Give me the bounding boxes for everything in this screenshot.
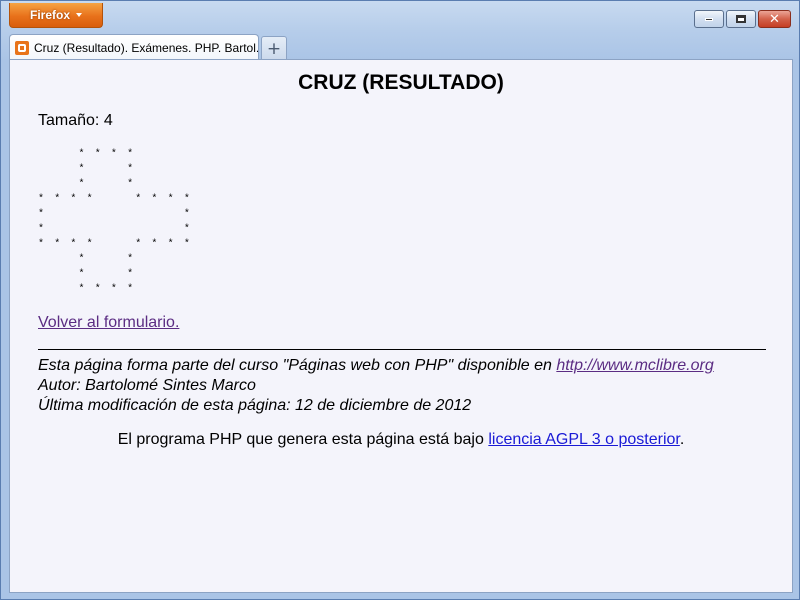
page-title: CRUZ (RESULTADO) <box>298 71 504 94</box>
close-button[interactable]: ✕ <box>758 10 791 28</box>
license-line: El programa PHP que genera esta página e… <box>10 431 792 449</box>
last-modified-line: Última modificación de esta página: 12 d… <box>38 397 472 414</box>
close-icon: ✕ <box>769 11 780 27</box>
page-footer: Esta página forma parte del curso "Págin… <box>38 356 714 416</box>
new-tab-button[interactable]: + <box>261 36 287 60</box>
license-link[interactable]: licencia AGPL 3 o posterior <box>488 431 680 448</box>
page-content: CRUZ (RESULTADO) Tamaño: 4 * * * * * * *… <box>9 59 793 593</box>
plus-icon: + <box>266 38 282 59</box>
tab-title: Cruz (Resultado). Exámenes. PHP. Bartol.… <box>34 40 258 55</box>
minimize-button[interactable] <box>694 10 724 28</box>
license-text: El programa PHP que genera esta página e… <box>117 431 489 448</box>
size-text: Tamaño: 4 <box>38 112 113 129</box>
tab-strip: Cruz (Resultado). Exámenes. PHP. Bartol.… <box>9 33 287 60</box>
browser-window: Firefox ✕ Cruz (Resultado). Exámenes. PH… <box>0 0 800 600</box>
license-period: . <box>679 431 685 448</box>
course-line: Esta página forma parte del curso "Págin… <box>38 356 714 376</box>
firefox-menu-label: Firefox <box>29 8 70 22</box>
course-text: Esta página forma parte del curso "Págin… <box>38 357 557 374</box>
author-line: Autor: Bartolomé Sintes Marco <box>38 377 256 394</box>
cross-ascii-art: * * * * * * * * * * * * * * * * * * * * … <box>38 149 192 295</box>
maximize-button[interactable] <box>726 10 756 28</box>
minimize-icon <box>705 17 713 21</box>
back-to-form-link[interactable]: Volver al formulario. <box>38 314 179 332</box>
firefox-menu-button[interactable]: Firefox <box>9 3 103 28</box>
dropdown-arrow-icon <box>76 13 82 17</box>
mclibre-link[interactable]: http://www.mclibre.org <box>556 357 713 374</box>
maximize-icon <box>736 15 746 23</box>
tab-active[interactable]: Cruz (Resultado). Exámenes. PHP. Bartol.… <box>9 34 259 60</box>
window-controls: ✕ <box>694 10 791 28</box>
horizontal-rule <box>38 349 766 350</box>
favicon-icon <box>15 40 29 55</box>
